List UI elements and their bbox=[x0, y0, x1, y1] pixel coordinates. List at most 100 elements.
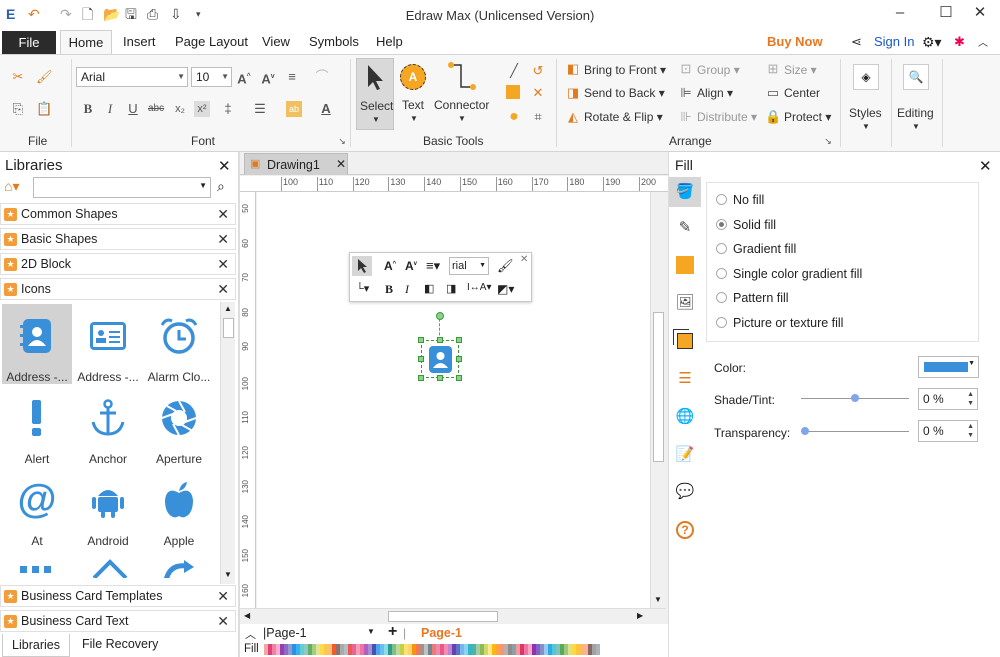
page-dropdown-icon[interactable]: ▼ bbox=[367, 627, 375, 636]
mini-fill-icon[interactable]: ◩▾ bbox=[497, 282, 514, 296]
sign-in-link[interactable]: Sign In bbox=[874, 34, 914, 49]
resize-handle[interactable] bbox=[418, 375, 424, 381]
share-icon[interactable]: ⋖ bbox=[851, 34, 862, 50]
crop-tool-icon[interactable]: ⌗ bbox=[530, 109, 546, 125]
image-icon[interactable]: 🖼 bbox=[673, 292, 697, 314]
mini-format-painter-icon[interactable]: 🖌 bbox=[497, 258, 514, 274]
cross-tool-icon[interactable]: ✕ bbox=[530, 85, 546, 101]
fill-option-no-fill[interactable]: No fill bbox=[716, 193, 764, 207]
mini-spacing-icon[interactable]: I↔A▾ bbox=[467, 282, 491, 293]
line-tool-icon[interactable]: ╱ bbox=[506, 63, 522, 79]
arc-tool-icon[interactable]: ↺ bbox=[530, 63, 546, 79]
library-category-business-card-templates[interactable]: ★ Business Card Templates ✕ bbox=[0, 585, 236, 607]
shape-apple[interactable]: Apple bbox=[144, 468, 214, 548]
group-button[interactable]: Group ▾ bbox=[697, 63, 740, 77]
shade-slider-thumb[interactable] bbox=[851, 394, 859, 402]
protect-button[interactable]: Protect ▾ bbox=[784, 110, 831, 124]
tab-libraries[interactable]: Libraries bbox=[2, 634, 70, 657]
shadow-icon[interactable] bbox=[673, 254, 697, 276]
tab-help[interactable]: Help bbox=[376, 34, 403, 49]
color-picker[interactable]: ▼ bbox=[918, 356, 979, 378]
transparency-slider-track[interactable] bbox=[801, 431, 909, 432]
settings-gear-icon[interactable]: ⚙▾ bbox=[922, 34, 942, 51]
resize-handle[interactable] bbox=[437, 337, 443, 343]
text-align-icon[interactable]: ≡ bbox=[284, 69, 300, 85]
arrange-dialog-launcher-icon[interactable]: ↘ bbox=[820, 133, 836, 149]
tab-symbols[interactable]: Symbols bbox=[309, 34, 359, 49]
font-size-select[interactable]: 10 ▼ bbox=[191, 67, 232, 87]
library-category-icons[interactable]: ★ Icons ✕ bbox=[0, 278, 236, 300]
line-spacing-icon[interactable]: ‡ bbox=[220, 101, 236, 117]
connector-tool-button[interactable]: Connector ▼ bbox=[432, 58, 492, 130]
library-category-business-card-text[interactable]: ★ Business Card Text ✕ bbox=[0, 610, 236, 632]
bullets-icon[interactable]: ☰ bbox=[252, 101, 268, 117]
ellipse-tool-icon[interactable]: ● bbox=[506, 109, 522, 125]
shrink-font-icon[interactable]: Av bbox=[260, 69, 276, 86]
resize-handle[interactable] bbox=[456, 375, 462, 381]
superscript-icon[interactable]: x² bbox=[194, 101, 210, 117]
resize-handle[interactable] bbox=[437, 375, 443, 381]
shape-aperture[interactable]: Aperture bbox=[144, 386, 214, 466]
select-tool-button[interactable]: Select ▼ bbox=[356, 58, 394, 130]
shape-arrow-up-partial[interactable] bbox=[90, 558, 130, 580]
align-button[interactable]: Align ▾ bbox=[697, 86, 733, 100]
resize-handle[interactable] bbox=[456, 356, 462, 362]
distribute-button[interactable]: Distribute ▾ bbox=[697, 110, 757, 124]
search-icon[interactable]: ⌕ bbox=[217, 178, 225, 195]
library-category-common-shapes[interactable]: ★ Common Shapes ✕ bbox=[0, 203, 236, 225]
minimize-button[interactable]: – bbox=[880, 2, 920, 26]
grow-font-icon[interactable]: A^ bbox=[236, 69, 252, 86]
layer-icon[interactable] bbox=[673, 330, 697, 352]
underline-icon[interactable]: U bbox=[125, 101, 141, 117]
document-tab[interactable]: ▣ Drawing1 ✕ bbox=[244, 153, 348, 175]
collapse-ribbon-icon[interactable]: ︿ bbox=[978, 34, 988, 49]
fill-option-single-color-gradient[interactable]: Single color gradient fill bbox=[716, 267, 862, 281]
text-tool-button[interactable]: A Text ▼ bbox=[398, 58, 430, 130]
fill-option-gradient-fill[interactable]: Gradient fill bbox=[716, 242, 796, 256]
tab-file-recovery[interactable]: File Recovery bbox=[82, 637, 158, 651]
active-page-tab[interactable]: Page-1 bbox=[421, 626, 462, 640]
fill-panel-close-icon[interactable]: ✕ bbox=[979, 157, 992, 175]
rotation-handle[interactable] bbox=[436, 312, 444, 320]
fill-option-picture-texture[interactable]: Picture or texture fill bbox=[716, 316, 843, 330]
horizontal-scrollbar[interactable]: ◀ ▶ bbox=[240, 608, 666, 624]
library-category-2d-block[interactable]: ★ 2D Block ✕ bbox=[0, 253, 236, 275]
libraries-close-icon[interactable]: ✕ bbox=[218, 157, 231, 175]
page-setup-icon[interactable]: ☰ bbox=[673, 368, 697, 390]
file-menu[interactable]: File bbox=[2, 31, 56, 54]
shape-at[interactable]: @ At bbox=[2, 468, 72, 548]
font-name-select[interactable]: Arial ▼ bbox=[76, 67, 188, 87]
font-color-icon[interactable]: A bbox=[318, 101, 334, 117]
styles-button[interactable]: ◈ Styles ▼ bbox=[846, 58, 888, 138]
buy-now-link[interactable]: Buy Now bbox=[767, 34, 823, 49]
resize-handle[interactable] bbox=[456, 337, 462, 343]
italic-icon[interactable]: I bbox=[102, 101, 118, 117]
library-search-input[interactable]: ▼ bbox=[33, 177, 211, 198]
shade-spinbox[interactable]: 0 % ▲ ▼ bbox=[918, 388, 978, 410]
tab-view[interactable]: View bbox=[262, 34, 290, 49]
mini-send-back-icon[interactable]: ◨ bbox=[446, 282, 456, 295]
palette-swatch[interactable] bbox=[596, 644, 600, 655]
format-painter-icon[interactable]: 🖌 bbox=[36, 69, 53, 85]
close-button[interactable]: ✕ bbox=[960, 2, 1000, 26]
mini-select-icon[interactable] bbox=[352, 256, 372, 276]
mini-grow-font-icon[interactable]: A^ bbox=[384, 259, 396, 273]
font-dialog-launcher-icon[interactable]: ↘ bbox=[334, 133, 350, 149]
vertical-scrollbar[interactable]: ▼ bbox=[650, 192, 666, 610]
send-to-back-button[interactable]: Send to Back ▾ bbox=[584, 86, 665, 100]
comment-icon[interactable]: 💬 bbox=[673, 481, 697, 503]
collapse-icon[interactable]: ︿ bbox=[245, 626, 256, 642]
bring-to-front-button[interactable]: Bring to Front ▾ bbox=[584, 63, 666, 77]
mini-align-icon[interactable]: ≡▾ bbox=[426, 258, 440, 274]
center-button[interactable]: Center bbox=[784, 86, 820, 100]
document-edit-icon[interactable]: 📝 bbox=[673, 444, 697, 466]
selected-shape[interactable] bbox=[421, 340, 459, 378]
shape-address-book-2[interactable]: Address -... bbox=[73, 304, 143, 384]
mini-italic-icon[interactable]: I bbox=[405, 282, 409, 297]
highlight-icon[interactable]: ab bbox=[286, 101, 302, 117]
rectangle-tool-icon[interactable] bbox=[506, 85, 520, 99]
paste-icon[interactable]: 📋 bbox=[36, 101, 52, 117]
resize-handle[interactable] bbox=[418, 356, 424, 362]
copy-icon[interactable]: ⎘ bbox=[10, 101, 26, 117]
fill-option-solid-fill[interactable]: Solid fill bbox=[716, 218, 776, 232]
